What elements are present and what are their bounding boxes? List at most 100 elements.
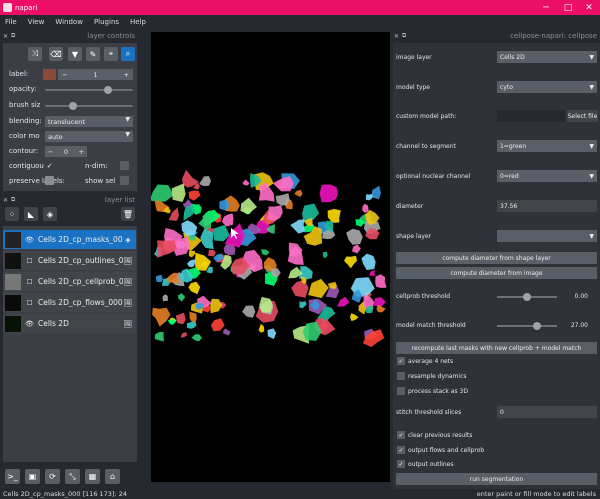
recompute-masks-button[interactable]: recompute last masks with new cellprob +…: [396, 342, 597, 354]
cellprob-value: 0.00: [574, 293, 588, 300]
clear-results-label: clear previous results: [408, 432, 473, 439]
clear-results-checkbox[interactable]: ✓: [397, 431, 405, 439]
dock-float-icon[interactable]: ⧉: [402, 32, 406, 40]
blending-label: blending:: [9, 117, 42, 125]
viewer-canvas[interactable]: [149, 32, 390, 482]
output-flows-checkbox[interactable]: ✓: [397, 446, 405, 454]
opacity-slider-handle[interactable]: [104, 86, 113, 94]
home-icon[interactable]: ⌂: [105, 469, 120, 484]
opacity-slider[interactable]: [45, 86, 133, 94]
layer-thumbnail: [5, 273, 21, 290]
layer-thumbnail: [5, 231, 21, 248]
output-flows-label: output flows and cellprob: [408, 447, 485, 454]
paint-brush-icon[interactable]: ✎: [86, 47, 100, 61]
menu-file[interactable]: File: [5, 18, 17, 26]
custom-model-input[interactable]: [497, 110, 565, 122]
show-selected-checkbox[interactable]: [120, 176, 129, 185]
transpose-icon[interactable]: ⤡: [65, 469, 80, 484]
layer-type-icon: 🖼: [123, 277, 133, 286]
chevron-down-icon: ▼: [589, 172, 594, 180]
layer-type-icon: ◈: [125, 235, 131, 244]
visibility-icon[interactable]: ☐: [25, 277, 34, 286]
menu-view[interactable]: View: [28, 18, 45, 26]
visibility-icon[interactable]: 👁: [25, 235, 34, 244]
close-button[interactable]: ✕: [579, 0, 599, 15]
preserve-labels-checkbox[interactable]: [45, 176, 54, 185]
model-match-slider[interactable]: [497, 322, 557, 330]
layer-name: Cells 2D_cp_cellprob_000: [38, 277, 123, 286]
visibility-icon[interactable]: ☐: [25, 298, 34, 307]
channel-combo[interactable]: 1=green ▼: [497, 140, 597, 152]
menu-window[interactable]: Window: [55, 18, 83, 26]
dock-close-icon[interactable]: ✕: [3, 33, 8, 40]
contiguous-checkbox[interactable]: ✓: [45, 161, 54, 170]
layer-row[interactable]: ☐ Cells 2D_cp_flows_000 🖼: [3, 293, 136, 312]
preserve-labels-label: preserve labels:: [9, 177, 65, 185]
run-segmentation-button[interactable]: run segmentation: [396, 473, 597, 485]
blending-combo[interactable]: translucent ▼: [45, 116, 133, 127]
ndisplay-icon[interactable]: ▣: [25, 469, 40, 484]
contour-plus[interactable]: +: [79, 148, 84, 156]
dock-float-icon[interactable]: ⧉: [11, 196, 15, 204]
process-3d-checkbox[interactable]: [397, 387, 405, 395]
diameter-value: 37.56: [500, 202, 518, 210]
label-plus[interactable]: +: [124, 71, 129, 79]
color-mode-combo[interactable]: auto ▼: [45, 131, 133, 142]
cell-mask: [154, 331, 164, 342]
contour-minus[interactable]: −: [48, 148, 53, 156]
contiguous-label: contiguou: [9, 162, 44, 170]
dock-close-icon[interactable]: ✕: [394, 33, 399, 40]
roll-dims-icon[interactable]: ⟳: [45, 469, 60, 484]
shuffle-colors-icon[interactable]: ⤨: [28, 47, 42, 61]
layer-row[interactable]: 👁 Cells 2D 🖼: [3, 314, 136, 333]
pan-zoom-icon[interactable]: ⌕: [121, 47, 135, 61]
output-outlines-checkbox[interactable]: ✓: [397, 460, 405, 468]
ndim-checkbox[interactable]: [120, 161, 129, 170]
diameter-input[interactable]: 37.56: [497, 200, 597, 212]
dock-float-icon[interactable]: ⧉: [11, 32, 15, 40]
brush-size-label: brush siz: [9, 101, 41, 109]
layer-row[interactable]: ☐ Cells 2D_cp_outlines_000🖼: [3, 251, 136, 270]
average-nets-checkbox[interactable]: ✓: [397, 357, 405, 365]
fill-bucket-icon[interactable]: ▼: [68, 47, 82, 61]
minimize-button[interactable]: ─: [536, 0, 556, 15]
cellprob-slider[interactable]: [497, 293, 557, 301]
napari-window: napari ─ □ ✕ File View Window Plugins He…: [0, 0, 600, 499]
layer-thumbnail: [5, 252, 21, 269]
brush-size-slider-handle[interactable]: [69, 102, 77, 110]
shape-layer-combo[interactable]: ▼: [497, 230, 597, 242]
contour-spinbox[interactable]: − 0 +: [45, 146, 87, 157]
new-points-layer-icon[interactable]: ⁘: [5, 207, 19, 221]
brush-size-slider[interactable]: [45, 102, 133, 110]
average-nets-label: average 4 nets: [408, 358, 454, 365]
maximize-button[interactable]: □: [558, 0, 578, 15]
chevron-down-icon: ▼: [589, 83, 594, 91]
resample-dynamics-checkbox[interactable]: [397, 372, 405, 380]
stitch-threshold-input[interactable]: 0: [497, 406, 597, 418]
color-picker-icon[interactable]: ⌖: [104, 47, 118, 61]
dock-close-icon[interactable]: ✕: [3, 197, 8, 204]
menu-help[interactable]: Help: [130, 18, 146, 26]
nuclear-channel-combo[interactable]: 0=red ▼: [497, 170, 597, 182]
console-icon[interactable]: >_: [5, 469, 20, 484]
layer-name: Cells 2D: [38, 319, 69, 328]
image-layer-combo[interactable]: Cells 2D ▼: [497, 51, 597, 63]
new-labels-layer-icon[interactable]: ◈: [43, 207, 57, 221]
visibility-icon[interactable]: ☐: [25, 256, 34, 265]
select-file-button[interactable]: Select file: [567, 110, 598, 122]
segmentation-image: [149, 169, 387, 348]
compute-diameter-image-button[interactable]: compute diameter from image: [396, 267, 597, 279]
menu-plugins[interactable]: Plugins: [94, 18, 119, 26]
layer-row[interactable]: ☐ Cells 2D_cp_cellprob_000🖼: [3, 272, 136, 291]
model-type-combo[interactable]: cyto ▼: [497, 81, 597, 93]
compute-diameter-shape-button[interactable]: compute diameter from shape layer: [396, 252, 597, 264]
label-spinbox[interactable]: − 1 +: [58, 69, 133, 80]
visibility-icon[interactable]: 👁: [25, 319, 34, 328]
erase-icon[interactable]: ⌫: [49, 47, 63, 61]
cellprob-slider-handle[interactable]: [523, 293, 531, 301]
layer-row[interactable]: 👁 Cells 2D_cp_masks_000 ◈: [3, 230, 136, 249]
delete-layer-icon[interactable]: 🗑: [121, 207, 135, 221]
grid-view-icon[interactable]: ▦: [85, 469, 100, 484]
new-shapes-layer-icon[interactable]: ◣: [24, 207, 38, 221]
label-minus[interactable]: −: [62, 71, 67, 79]
